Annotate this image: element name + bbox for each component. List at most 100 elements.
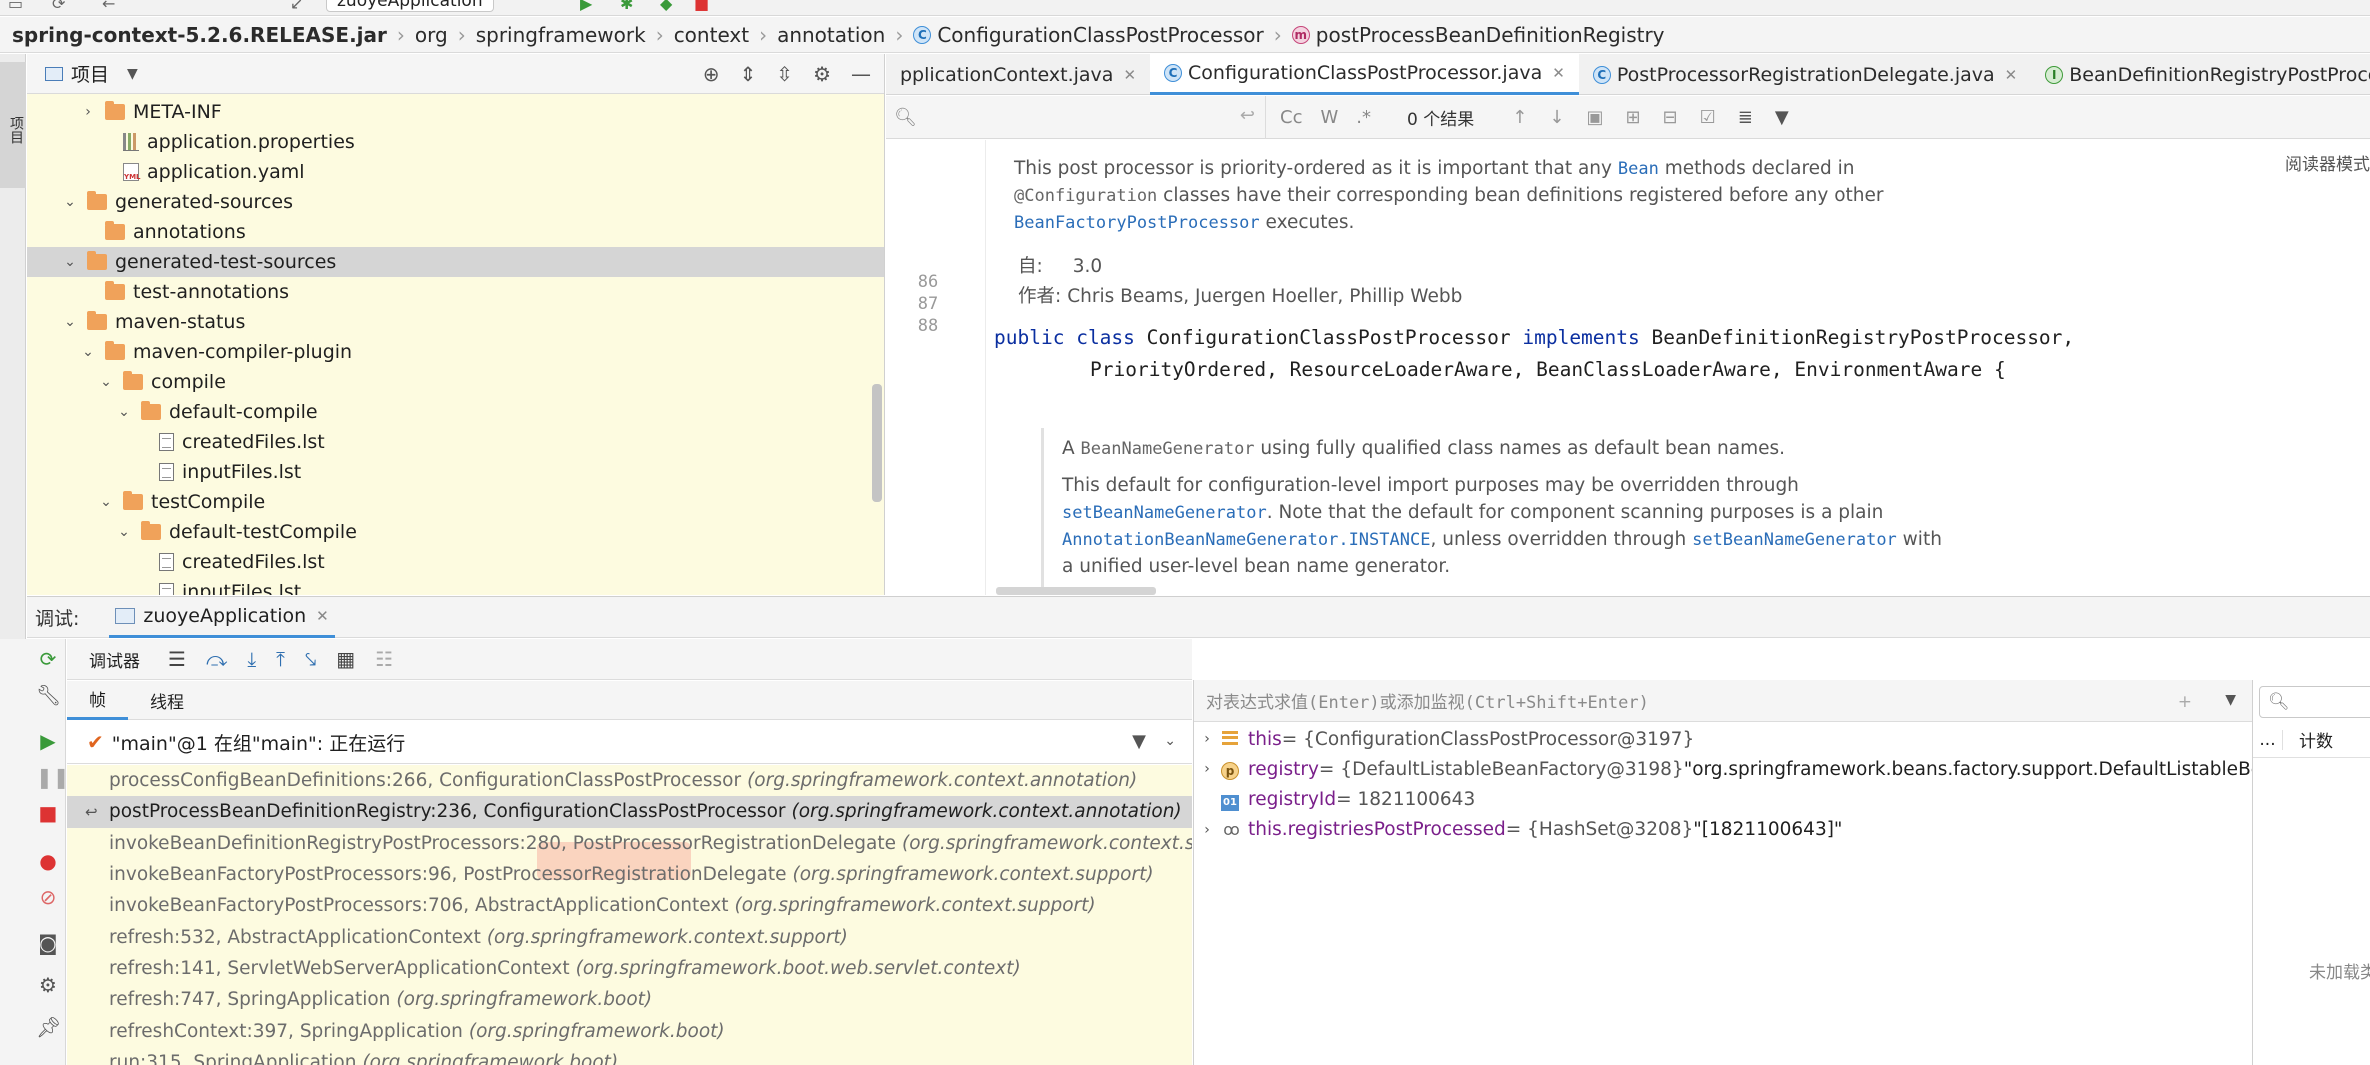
collapse-all-icon[interactable]: ⇳ <box>776 62 793 86</box>
tree-item[interactable]: ⌄ maven-status <box>27 307 884 337</box>
select-all-occurrences-icon[interactable]: ▣ <box>1586 107 1603 128</box>
tree-item[interactable]: inputFiles.lst <box>27 457 884 487</box>
stack-frame[interactable]: invokeBeanFactoryPostProcessors:706, Abs… <box>67 890 1192 921</box>
doc-link-setbeannamegenerator[interactable]: setBeanNameGenerator <box>1062 503 1267 523</box>
stack-frame[interactable]: ↩ postProcessBeanDefinitionRegistry:236, … <box>67 796 1192 828</box>
tree-item[interactable]: ⌄ generated-test-sources <box>27 247 884 277</box>
tree-item[interactable]: ⌄ compile <box>27 367 884 397</box>
doc-link-annotationbeannamegenerator[interactable]: AnnotationBeanNameGenerator.INSTANCE <box>1062 530 1430 550</box>
chevron-down-icon[interactable]: ⌄ <box>79 344 97 360</box>
match-case-toggle[interactable]: Cc <box>1280 107 1302 128</box>
trace-icon[interactable]: ☷ <box>375 647 393 671</box>
chevron-down-icon[interactable]: ⌄ <box>115 524 133 540</box>
variable-row[interactable]: › this = {ConfigurationClassPostProcessor… <box>1194 724 1694 754</box>
chevron-down-icon[interactable]: ⌄ <box>1164 733 1176 749</box>
breadcrumb-class[interactable]: C ConfigurationClassPostProcessor <box>913 23 1264 47</box>
pin-icon[interactable]: 📌︎ <box>36 1015 61 1039</box>
wrench-icon[interactable]: 🔧︎ <box>36 683 61 707</box>
tree-item[interactable]: ⌄ testCompile <box>27 487 884 517</box>
chevron-right-icon[interactable]: › <box>1194 731 1220 747</box>
doc-link-beanfactorypostprocessor[interactable]: BeanFactoryPostProcessor <box>1014 213 1260 233</box>
tree-item[interactable]: createdFiles.lst <box>27 427 884 457</box>
editor-tab[interactable]: I BeanDefinitionRegistryPostProcessor.jav… <box>2031 54 2370 95</box>
chevron-down-icon[interactable]: ⌄ <box>97 374 115 390</box>
coverage-icon[interactable]: ◆ <box>660 0 672 13</box>
filter-lines-icon[interactable]: ≣ <box>1738 107 1753 128</box>
stack-frame[interactable]: invokeBeanDefinitionRegistryPostProcesso… <box>67 828 1192 859</box>
class-search-input[interactable]: 🔍︎ <box>2259 686 2370 718</box>
rerun-icon[interactable]: ⟳ <box>36 647 60 671</box>
remove-selection-icon[interactable]: ⊟ <box>1663 107 1678 128</box>
tree-item[interactable]: ⌄ default-testCompile <box>27 517 884 547</box>
filter-icon[interactable]: ▼ <box>1775 107 1789 128</box>
debugger-tab[interactable]: 调试器 <box>89 647 140 672</box>
run-to-cursor-icon[interactable]: ⤥ <box>305 647 316 671</box>
stack-frame[interactable]: refresh:532, AbstractApplicationContext(… <box>67 921 1192 952</box>
view-breakpoints-icon[interactable]: ● <box>36 849 60 873</box>
variable-row[interactable]: › oo this.registriesPostProcessed = {HashS… <box>1194 815 1842 845</box>
gear-icon[interactable]: ⚙ <box>36 973 60 997</box>
breadcrumb-jar[interactable]: spring-context-5.2.6.RELEASE.jar <box>12 23 387 47</box>
counts-column-class[interactable]: ... <box>2253 729 2283 750</box>
regex-toggle[interactable]: .* <box>1356 107 1371 128</box>
reader-mode-toggle[interactable]: 阅读器模式 <box>2285 150 2370 175</box>
save-icon[interactable]: ▭ <box>8 0 23 13</box>
chevron-down-icon[interactable]: ⌄ <box>61 194 79 210</box>
tree-item[interactable]: ⌄ default-compile <box>27 397 884 427</box>
stack-frame[interactable]: processConfigBeanDefinitions:266, Config… <box>67 765 1192 796</box>
select-occurrences-icon[interactable]: ☑ <box>1700 107 1716 128</box>
editor-tab[interactable]: C PostProcessorRegistrationDelegate.java ✕ <box>1579 54 2031 95</box>
breadcrumb-method[interactable]: m postProcessBeanDefinitionRegistry <box>1291 23 1665 47</box>
tab-frames[interactable]: 帧 <box>67 681 128 720</box>
stack-frame[interactable]: refresh:747, SpringApplication (org.sprin… <box>67 984 1192 1015</box>
stop-icon[interactable]: ■ <box>694 0 709 13</box>
editor-tab[interactable]: C ConfigurationClassPostProcessor.java ✕ <box>1150 54 1579 95</box>
debug-icon[interactable]: ✱ <box>620 0 633 13</box>
evaluate-expression-input[interactable]: 对表达式求值(Enter)或添加监视(Ctrl+Shift+Enter) + ▼ <box>1194 680 2252 722</box>
back-icon[interactable]: ← <box>102 0 115 13</box>
menu-icon[interactable]: ☰ <box>168 647 186 671</box>
step-over-icon[interactable]: ⤼ <box>206 647 227 671</box>
close-icon[interactable]: ✕ <box>1552 64 1565 82</box>
tree-item[interactable]: ⌄ maven-compiler-plugin <box>27 337 884 367</box>
locate-icon[interactable]: ⊕ <box>703 62 720 86</box>
expand-all-icon[interactable]: ⇕ <box>740 62 757 86</box>
add-watch-icon[interactable]: + <box>2178 692 2192 712</box>
doc-link-setbeannamegenerator[interactable]: setBeanNameGenerator <box>1692 530 1897 550</box>
filter-icon[interactable]: ▼ <box>1132 731 1146 752</box>
stop-icon[interactable]: ■ <box>36 801 60 825</box>
tree-item[interactable]: › META-INF <box>27 97 884 127</box>
chevron-right-icon[interactable]: › <box>1194 822 1220 838</box>
close-icon[interactable]: ✕ <box>2005 66 2018 84</box>
tree-item[interactable]: createdFiles.lst <box>27 547 884 577</box>
project-panel-title[interactable]: 项目 <box>71 60 109 87</box>
project-tool-window-button[interactable]: 项目 <box>0 62 26 188</box>
stack-frame[interactable]: invokeBeanFactoryPostProcessors:96, Post… <box>67 859 1192 890</box>
minimize-icon[interactable]: — <box>851 62 871 86</box>
variable-row[interactable]: › p registry = {DefaultListableBeanFactory… <box>1194 754 2321 784</box>
sync-icon[interactable]: ⟳ <box>52 0 65 13</box>
chevron-right-icon[interactable]: › <box>79 104 97 120</box>
tree-item[interactable]: YML application.yaml <box>27 157 884 187</box>
variable-row[interactable]: 01 registryId = 1821100643 <box>1194 785 1475 815</box>
breadcrumb-annotation[interactable]: annotation <box>777 23 885 47</box>
tree-item[interactable]: test-annotations <box>27 277 884 307</box>
close-icon[interactable]: ✕ <box>316 607 329 625</box>
chevron-down-icon[interactable]: ▼ <box>127 66 138 82</box>
add-selection-icon[interactable]: ⊞ <box>1625 107 1640 128</box>
whole-words-toggle[interactable]: W <box>1320 107 1338 128</box>
editor-horizontal-scrollbar[interactable] <box>996 587 1156 595</box>
arrow-down-icon[interactable]: ↓ <box>1549 107 1564 128</box>
breadcrumb-org[interactable]: org <box>415 23 448 47</box>
stack-frame[interactable]: run:315, SpringApplication (org.springfra… <box>67 1047 1192 1065</box>
run-icon[interactable]: ▶ <box>580 0 592 13</box>
build-icon[interactable]: ↙ <box>290 0 303 13</box>
close-icon[interactable]: ✕ <box>1123 66 1136 84</box>
step-into-icon[interactable]: ⤓ <box>247 647 256 671</box>
thread-selector[interactable]: ✔ "main"@1 在组"main": 正在运行 ▼ ⌄ <box>67 721 1192 764</box>
tree-item[interactable]: ⌄ generated-sources <box>27 187 884 217</box>
pause-icon[interactable]: ❚❚ <box>36 765 70 789</box>
breadcrumb-springframework[interactable]: springframework <box>476 23 646 47</box>
tree-item[interactable]: application.properties <box>27 127 884 157</box>
stack-frame[interactable]: refresh:141, ServletWebServerApplication… <box>67 953 1192 984</box>
